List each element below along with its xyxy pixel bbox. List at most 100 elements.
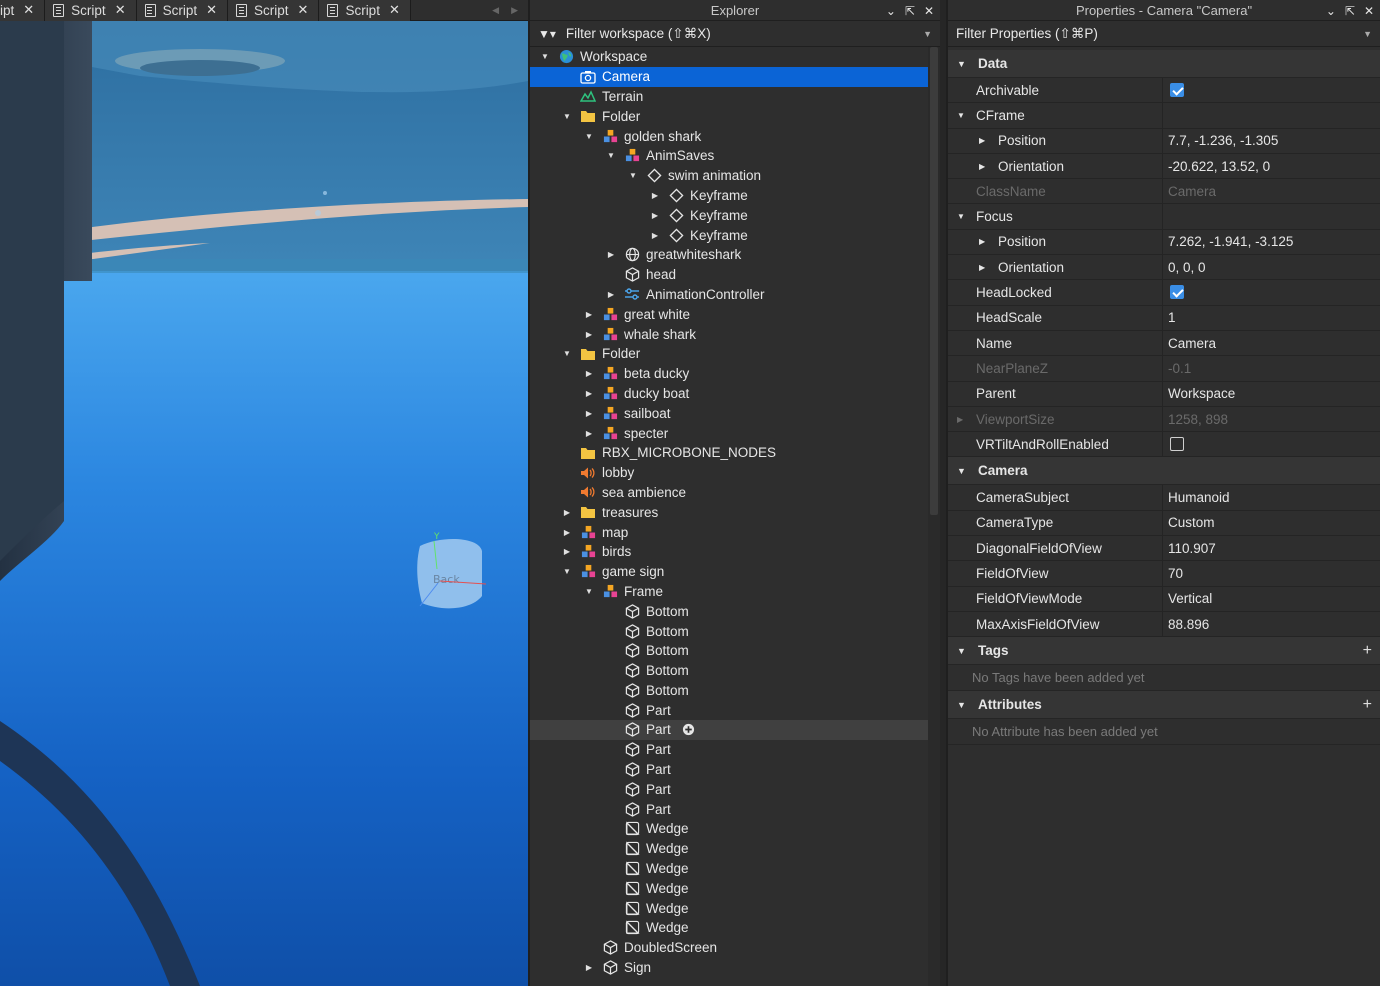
tree-item[interactable]: ▶ ducky boat	[530, 384, 928, 404]
chevron-down-icon[interactable]: ⌄	[1326, 4, 1336, 18]
tree-item[interactable]: Part	[530, 720, 928, 740]
expand-closed-icon[interactable]: ▶	[979, 237, 985, 246]
tree-item[interactable]: Wedge	[530, 859, 928, 879]
viewport-scene[interactable]: Back Y	[0, 21, 528, 986]
property-row[interactable]: DiagonalFieldOfView 110.907	[948, 536, 1380, 562]
tree-item[interactable]: Wedge	[530, 898, 928, 918]
tree-item[interactable]: ▼ swim animation	[530, 166, 928, 186]
property-row[interactable]: Archivable	[948, 78, 1380, 104]
tree-item[interactable]: ▼ Folder	[530, 106, 928, 126]
property-divider[interactable]	[1162, 536, 1163, 561]
undock-icon[interactable]: ⇱	[905, 4, 915, 18]
close-icon[interactable]: ✕	[23, 2, 34, 18]
tree-item[interactable]: ▶ specter	[530, 423, 928, 443]
expand-closed-icon[interactable]: ▶	[584, 963, 594, 973]
tree-item[interactable]: Part	[530, 779, 928, 799]
property-divider[interactable]	[1162, 510, 1163, 536]
property-divider[interactable]	[1162, 305, 1163, 330]
property-row[interactable]: HeadScale 1	[948, 305, 1380, 331]
expand-open-icon[interactable]: ▼	[628, 171, 638, 181]
tree-item[interactable]: ▼ AnimSaves	[530, 146, 928, 166]
expand-closed-icon[interactable]: ▶	[650, 210, 660, 220]
property-row[interactable]: CameraType Custom	[948, 510, 1380, 537]
tree-item[interactable]: ▶ greatwhiteshark	[530, 245, 928, 265]
tree-item[interactable]: ▼ golden shark	[530, 126, 928, 146]
scrollbar-thumb[interactable]	[930, 47, 938, 515]
property-divider[interactable]	[1162, 229, 1163, 255]
property-divider[interactable]	[1162, 103, 1163, 128]
property-row[interactable]: Name Camera	[948, 330, 1380, 357]
tree-item[interactable]: Bottom	[530, 681, 928, 701]
property-row[interactable]: ▼ Focus	[948, 204, 1380, 230]
tree-item[interactable]: ▶ Keyframe	[530, 205, 928, 225]
undock-icon[interactable]: ⇱	[1345, 4, 1355, 18]
properties-filter-input[interactable]: Filter Properties (⇧⌘P)	[956, 26, 1098, 42]
property-divider[interactable]	[1162, 255, 1163, 280]
property-value[interactable]: -20.622, 13.52, 0	[1168, 159, 1270, 174]
expand-closed-icon[interactable]: ▶	[606, 289, 616, 299]
property-checkbox[interactable]	[1170, 437, 1184, 452]
expand-closed-icon[interactable]: ▶	[562, 507, 572, 517]
property-value[interactable]: 88.896	[1168, 617, 1209, 632]
tree-item[interactable]: ▶ great white	[530, 304, 928, 324]
chevron-left-icon[interactable]: ◀	[492, 5, 499, 16]
property-divider[interactable]	[1162, 128, 1163, 153]
tree-item[interactable]: ▶ Sign	[530, 958, 928, 978]
tree-item[interactable]: lobby	[530, 463, 928, 483]
close-icon[interactable]: ✕	[389, 2, 400, 18]
property-divider[interactable]	[1162, 406, 1163, 432]
expand-closed-icon[interactable]: ▶	[606, 250, 616, 260]
close-icon[interactable]: ✕	[1364, 4, 1374, 18]
tree-item[interactable]: ▼ Workspace	[530, 47, 928, 67]
tree-item[interactable]: ▶ beta ducky	[530, 364, 928, 384]
filter-dropdown-icon[interactable]: ▼	[1363, 29, 1372, 39]
chevron-down-icon[interactable]: ⌄	[886, 4, 896, 18]
property-row[interactable]: HeadLocked	[948, 280, 1380, 306]
expand-open-icon[interactable]: ▼	[562, 111, 572, 121]
property-divider[interactable]	[1162, 204, 1163, 229]
add-icon[interactable]: +	[1363, 696, 1372, 714]
properties-filter[interactable]: Filter Properties (⇧⌘P) ▼	[948, 21, 1380, 47]
tree-item[interactable]: Part	[530, 760, 928, 780]
property-value[interactable]: 70	[1168, 566, 1183, 581]
expand-closed-icon[interactable]: ▶	[650, 190, 660, 200]
property-value[interactable]: Custom	[1168, 515, 1215, 530]
property-section-header[interactable]: ▼ Camera	[948, 457, 1380, 486]
property-value[interactable]: 1	[1168, 310, 1176, 325]
tree-item[interactable]: ▶ birds	[530, 542, 928, 562]
property-value[interactable]: 0, 0, 0	[1168, 260, 1206, 275]
property-row[interactable]: ▶ ViewportSize 1258, 898	[948, 406, 1380, 433]
tree-item[interactable]: Part	[530, 740, 928, 760]
property-divider[interactable]	[1162, 179, 1163, 204]
property-divider[interactable]	[1162, 586, 1163, 611]
expand-open-icon[interactable]: ▼	[562, 567, 572, 577]
property-row[interactable]: VRTiltAndRollEnabled	[948, 432, 1380, 458]
tree-item[interactable]: Terrain	[530, 87, 928, 107]
expand-open-icon[interactable]: ▼	[957, 466, 966, 476]
property-divider[interactable]	[1162, 485, 1163, 510]
property-row[interactable]: ▶ Position 7.7, -1.236, -1.305	[948, 128, 1380, 154]
property-divider[interactable]	[1162, 78, 1163, 103]
expand-closed-icon[interactable]: ▶	[584, 309, 594, 319]
expand-closed-icon[interactable]: ▶	[979, 162, 985, 171]
property-section-header[interactable]: ▼ Tags +	[948, 637, 1380, 666]
tree-item[interactable]: ▼ Frame	[530, 582, 928, 602]
tree-item[interactable]: DoubledScreen	[530, 938, 928, 958]
tree-item[interactable]: Bottom	[530, 601, 928, 621]
property-value[interactable]: 7.7, -1.236, -1.305	[1168, 133, 1278, 148]
property-row[interactable]: ▶ Position 7.262, -1.941, -3.125	[948, 229, 1380, 256]
property-divider[interactable]	[1162, 561, 1163, 586]
property-row[interactable]: ▶ Orientation 0, 0, 0	[948, 255, 1380, 281]
chevron-right-icon[interactable]: ▶	[511, 5, 518, 16]
expand-open-icon[interactable]: ▼	[957, 646, 966, 656]
tree-item[interactable]: ▼ Folder	[530, 344, 928, 364]
property-value[interactable]: Humanoid	[1168, 490, 1230, 505]
close-icon[interactable]: ✕	[298, 2, 309, 18]
tree-item[interactable]: Bottom	[530, 641, 928, 661]
property-row[interactable]: NearPlaneZ -0.1	[948, 356, 1380, 382]
expand-open-icon[interactable]: ▼	[957, 59, 966, 69]
tree-item[interactable]: ▶ Keyframe	[530, 225, 928, 245]
tree-item[interactable]: Bottom	[530, 621, 928, 641]
expand-closed-icon[interactable]: ▶	[584, 369, 594, 379]
tree-item[interactable]: Part	[530, 799, 928, 819]
